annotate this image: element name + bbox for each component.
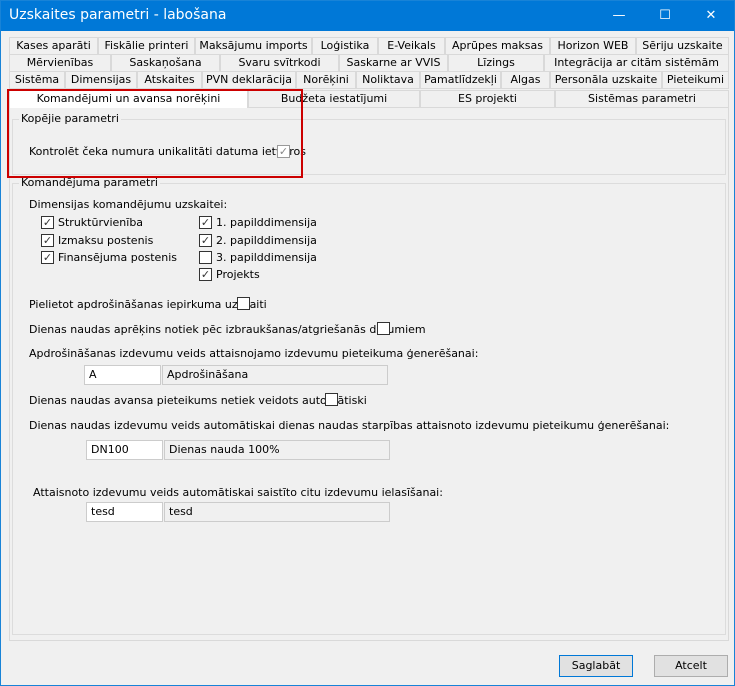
other-code-input[interactable]: tesd — [86, 502, 163, 522]
trip-params-group: Komandējuma parametri Dimensijas komandē… — [12, 176, 726, 635]
common-params-title: Kopējie parametri — [19, 112, 121, 125]
other-name-field: tesd — [164, 502, 390, 522]
dimension-label: 1. papilddimensija — [216, 216, 317, 229]
advance-label: Dienas naudas avansa pieteikums netiek v… — [29, 394, 367, 407]
tab[interactable]: Svaru svītrkodi — [220, 54, 339, 72]
dimension-label: Izmaksu postenis — [58, 234, 154, 247]
tab[interactable]: Sēriju uzskaite — [636, 37, 729, 55]
dims-label: Dimensijas komandējumu uzskaitei: — [29, 198, 228, 211]
cancel-button[interactable]: Atcelt — [654, 655, 728, 677]
other-label: Attaisnoto izdevumu veids automātiskai s… — [33, 486, 443, 499]
save-button[interactable]: Saglabāt — [559, 655, 633, 677]
dimension-checkbox[interactable] — [199, 251, 212, 264]
tab[interactable]: Komandējumi un avansa norēķini — [9, 90, 248, 110]
insurance-label: Pielietot apdrošināšanas iepirkuma uzska… — [29, 298, 267, 311]
check-number-checkbox[interactable]: ✓ — [277, 145, 290, 158]
dimension-label: Finansējuma postenis — [58, 251, 178, 264]
tab[interactable]: Saskaņošana — [111, 54, 220, 72]
common-params-group: Kopējie parametri Kontrolēt čeka numura … — [12, 112, 726, 175]
settings-window: Uzskaites parametri - labošana — ☐ ✕ Kas… — [0, 0, 735, 686]
tab[interactable]: Loģistika — [312, 37, 378, 55]
tab[interactable]: Personāla uzskaite — [550, 71, 662, 89]
diff-code-input[interactable]: DN100 — [86, 440, 163, 460]
dimension-label: 3. papilddimensija — [216, 251, 317, 264]
dimension-checkbox[interactable]: ✓ — [199, 216, 212, 229]
diff-name-field: Dienas nauda 100% — [164, 440, 390, 460]
minimize-button[interactable]: — — [596, 1, 642, 31]
advance-checkbox[interactable] — [325, 393, 338, 406]
tab[interactable]: Sistēmas parametri — [555, 90, 729, 108]
tab[interactable]: ES projekti — [420, 90, 555, 108]
tab[interactable]: Mērvienības — [9, 54, 111, 72]
trip-params-title: Komandējuma parametri — [19, 176, 160, 189]
tab[interactable]: Norēķini — [296, 71, 356, 89]
insurance-checkbox[interactable] — [237, 297, 250, 310]
diff-label: Dienas naudas izdevumu veids automātiska… — [29, 419, 670, 432]
dimension-checkbox[interactable]: ✓ — [199, 268, 212, 281]
tab[interactable]: Kases aparāti — [9, 37, 98, 55]
ins-name-field: Apdrošināšana — [162, 365, 388, 385]
dimension-label: Projekts — [216, 268, 260, 281]
dimension-checkbox[interactable]: ✓ — [41, 251, 54, 264]
close-button[interactable]: ✕ — [688, 1, 734, 31]
tab[interactable]: E-Veikals — [378, 37, 445, 55]
tab[interactable]: Horizon WEB — [550, 37, 636, 55]
ins-type-label: Apdrošināšanas izdevumu veids attaisnoja… — [29, 347, 479, 360]
dimension-label: Struktūrvienība — [58, 216, 144, 229]
check-number-label: Kontrolēt čeka numura unikalitāti datuma… — [29, 145, 306, 158]
tab[interactable]: Budžeta iestatījumi — [248, 90, 420, 108]
tab[interactable]: Noliktava — [356, 71, 420, 89]
ins-code-input[interactable]: A — [84, 365, 161, 385]
tab[interactable]: Algas — [501, 71, 550, 89]
tab[interactable]: Integrācija ar citām sistēmām — [544, 54, 729, 72]
window-title: Uzskaites parametri - labošana — [9, 7, 227, 23]
tab[interactable]: Aprūpes maksas — [445, 37, 550, 55]
tab[interactable]: Pieteikumi — [662, 71, 729, 89]
tab[interactable]: Maksājumu imports — [195, 37, 312, 55]
dimension-checkbox[interactable]: ✓ — [41, 234, 54, 247]
dimension-checkbox[interactable]: ✓ — [199, 234, 212, 247]
tab[interactable]: Līzings — [448, 54, 544, 72]
per-diem-checkbox[interactable] — [377, 322, 390, 335]
per-diem-label: Dienas naudas aprēķins notiek pēc izbrau… — [29, 323, 426, 336]
maximize-button[interactable]: ☐ — [642, 1, 688, 31]
title-bar: Uzskaites parametri - labošana — ☐ ✕ — [1, 1, 734, 31]
dimension-checkbox[interactable]: ✓ — [41, 216, 54, 229]
tab[interactable]: Dimensijas — [65, 71, 137, 89]
tab[interactable]: Saskarne ar VVIS — [339, 54, 448, 72]
tab[interactable]: PVN deklarācija — [202, 71, 296, 89]
tab-panel: Kopējie parametri Kontrolēt čeka numura … — [9, 108, 729, 641]
tab[interactable]: Sistēma — [9, 71, 65, 89]
tab[interactable]: Fiskālie printeri — [98, 37, 195, 55]
dimension-label: 2. papilddimensija — [216, 234, 317, 247]
tab[interactable]: Atskaites — [137, 71, 202, 89]
tab[interactable]: Pamatlīdzekļi — [420, 71, 501, 89]
